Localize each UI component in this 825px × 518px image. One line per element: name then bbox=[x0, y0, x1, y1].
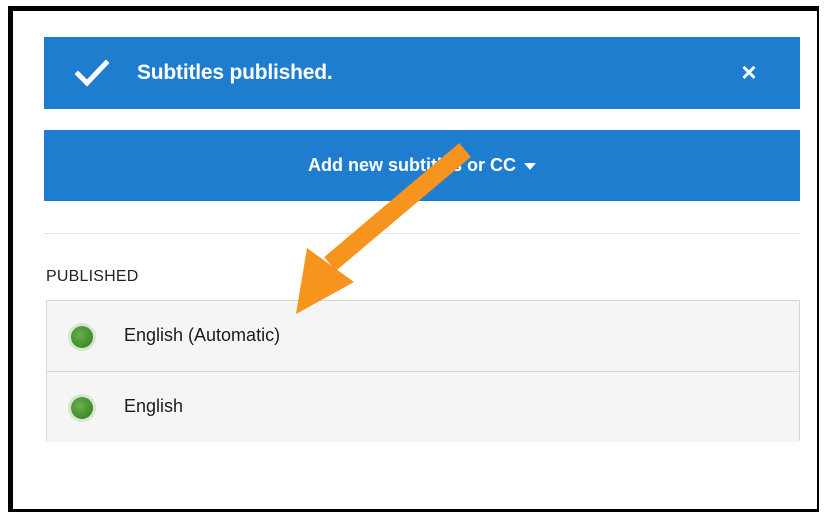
language-label: English (Automatic) bbox=[124, 325, 281, 345]
add-subtitles-button[interactable]: Add new subtitles or CC bbox=[44, 130, 800, 201]
published-list: English (Automatic) English bbox=[46, 300, 800, 442]
add-subtitles-label: Add new subtitles or CC bbox=[307, 155, 516, 175]
divider bbox=[44, 233, 800, 234]
check-icon bbox=[75, 59, 109, 87]
list-item[interactable]: English (Automatic) bbox=[47, 301, 799, 371]
add-subtitles-label-wrap: Add new subtitles or CC bbox=[44, 155, 800, 176]
close-icon[interactable]: × bbox=[738, 57, 760, 87]
green-dot-icon bbox=[71, 326, 93, 348]
banner-message: Subtitles published. bbox=[137, 61, 333, 84]
success-banner: Subtitles published. × bbox=[44, 37, 800, 109]
caret-down-icon bbox=[524, 162, 536, 170]
language-label: English bbox=[124, 396, 184, 416]
list-item[interactable]: English bbox=[47, 371, 799, 442]
published-section-title: PUBLISHED bbox=[46, 268, 139, 285]
green-dot-icon bbox=[71, 397, 93, 419]
